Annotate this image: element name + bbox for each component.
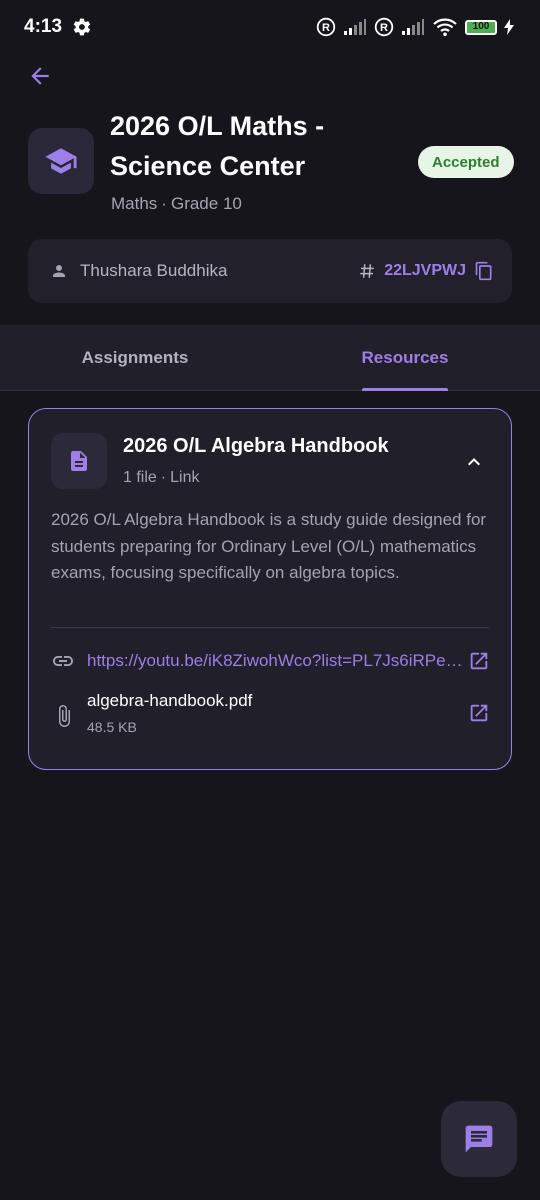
chat-icon	[463, 1123, 495, 1155]
tab-resources[interactable]: Resources	[270, 325, 540, 391]
status-time: 4:13	[24, 16, 63, 37]
tab-bar: Assignments Resources	[0, 325, 540, 391]
registered-icon: R	[374, 17, 394, 37]
signal-strength-icon	[343, 18, 367, 36]
copy-icon[interactable]	[474, 261, 494, 281]
school-icon	[44, 144, 78, 178]
resource-title: 2026 O/L Algebra Handbook	[123, 435, 389, 457]
status-bar: 4:13 R R 100	[0, 0, 540, 54]
separator-dot: ·	[161, 194, 167, 213]
status-badge: Accepted	[418, 146, 514, 178]
svg-text:R: R	[380, 22, 388, 34]
file-name: algebra-handbook.pdf	[87, 691, 253, 710]
active-tab-indicator	[362, 388, 448, 391]
course-avatar	[28, 128, 94, 194]
open-in-new-icon[interactable]	[467, 649, 491, 673]
course-grade: Grade 10	[170, 194, 242, 213]
course-title: 2026 O/L Maths - Science Center	[110, 111, 325, 181]
person-icon	[50, 262, 68, 280]
class-code[interactable]: 22LJVPWJ	[358, 261, 494, 281]
wifi-icon	[432, 17, 458, 37]
course-subtitle: Maths · Grade 10	[111, 194, 242, 214]
document-icon	[67, 449, 91, 473]
collapse-button[interactable]	[461, 449, 487, 475]
class-code-value: 22LJVPWJ	[384, 262, 466, 279]
resource-meta: 1 file · Link	[123, 469, 199, 487]
teacher-name: Thushara Buddhika	[80, 261, 228, 280]
file-size: 48.5 KB	[87, 719, 137, 735]
divider	[51, 627, 489, 628]
back-button[interactable]	[22, 58, 58, 94]
teacher-info: Thushara Buddhika	[50, 261, 227, 281]
registered-icon: R	[316, 17, 336, 37]
chat-fab-button[interactable]	[441, 1101, 517, 1177]
hashtag-icon	[358, 262, 376, 280]
svg-text:R: R	[322, 22, 330, 34]
course-info-card: Thushara Buddhika 22LJVPWJ	[28, 239, 512, 303]
tab-assignments-label: Assignments	[81, 347, 189, 367]
battery-icon: 100	[465, 19, 497, 35]
resource-card[interactable]: 2026 O/L Algebra Handbook 1 file · Link 20…	[28, 408, 512, 770]
link-icon	[51, 649, 75, 673]
course-subject: Maths	[111, 194, 158, 213]
resource-file-row[interactable]: algebra-handbook.pdf 48.5 KB	[51, 691, 491, 741]
resource-link[interactable]: https://youtu.be/iK8ZiwohWco?list=PL7Js6…	[87, 651, 465, 671]
tab-assignments[interactable]: Assignments	[0, 325, 270, 390]
resource-description: 2026 O/L Algebra Handbook is a study gui…	[51, 510, 487, 582]
charging-bolt-icon	[504, 19, 514, 35]
resource-type: Link	[170, 469, 200, 486]
settings-gear-icon	[72, 17, 92, 37]
tab-resources-label: Resources	[361, 347, 449, 367]
resource-link-row[interactable]: https://youtu.be/iK8ZiwohWco?list=PL7Js6…	[51, 647, 491, 675]
resource-file-count: 1 file	[123, 469, 157, 486]
resource-type-icon	[51, 433, 107, 489]
attachment-icon	[51, 703, 77, 729]
separator-dot: ·	[160, 469, 167, 486]
chevron-up-icon	[462, 450, 486, 474]
open-in-new-icon[interactable]	[467, 701, 491, 725]
arrow-back-icon	[27, 63, 53, 89]
signal-strength-icon	[401, 18, 425, 36]
